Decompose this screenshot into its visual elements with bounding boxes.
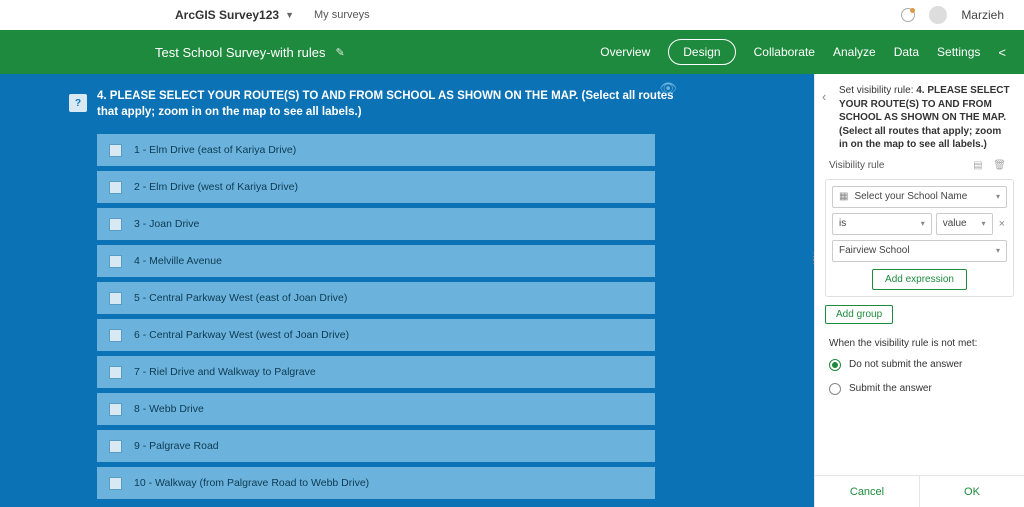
field-select-value: Select your School Name [854,191,967,202]
cancel-button[interactable]: Cancel [815,476,920,507]
field-icon: ▦ [839,191,848,202]
survey-canvas: ? 👁 4. PLEASE SELECT YOUR ROUTE(S) TO AN… [0,74,814,507]
radio-label: Do not submit the answer [849,359,962,370]
radio-label: Submit the answer [849,383,932,394]
visibility-icon[interactable]: 👁 [659,80,677,97]
checkbox-icon[interactable] [109,292,122,305]
option-row[interactable]: 10 - Walkway (from Palgrave Road to Webb… [97,467,655,499]
top-bar: ArcGIS Survey123 ▼ My surveys Marzieh [0,0,1024,30]
top-right: Marzieh [901,6,1004,24]
visibility-rule-panel: ⋮⋮ ‹ Set visibility rule: 4. PLEASE SELE… [814,74,1024,507]
checkbox-icon[interactable] [109,329,122,342]
option-label: 6 - Central Parkway West (west of Joan D… [134,329,349,341]
option-row[interactable]: 3 - Joan Drive [97,208,655,240]
option-label: 7 - Riel Drive and Walkway to Palgrave [134,366,316,378]
share-icon[interactable]: < [998,45,1006,60]
question-block[interactable]: ? 👁 4. PLEASE SELECT YOUR ROUTE(S) TO AN… [97,88,717,507]
checkbox-icon[interactable] [109,477,122,490]
nav-data[interactable]: Data [894,45,919,59]
option-label: 10 - Walkway (from Palgrave Road to Webb… [134,477,369,489]
rule-expression-group: ▦ Select your School Name is value × Fai… [825,179,1014,297]
checkbox-icon[interactable] [109,366,122,379]
panel-header: ‹ Set visibility rule: 4. PLEASE SELECT … [815,74,1024,160]
survey-nav: Overview Design Collaborate Analyze Data… [600,39,1006,65]
resize-handle[interactable]: ⋮⋮ [809,254,818,262]
workspace: ? 👁 4. PLEASE SELECT YOUR ROUTE(S) TO AN… [0,74,1024,507]
panel-header-prefix: Set visibility rule: [839,85,916,96]
radio-do-not-submit[interactable]: Do not submit the answer [815,353,1024,377]
question-title: 4. PLEASE SELECT YOUR ROUTE(S) TO AND FR… [97,88,717,134]
back-icon[interactable]: ‹ [822,88,826,106]
nav-overview[interactable]: Overview [600,45,650,59]
nav-settings[interactable]: Settings [937,45,980,59]
operator-row: is value × [832,213,1007,235]
survey-title: Test School Survey-with rules [155,45,326,60]
edit-title-icon[interactable]: ✎ [336,46,345,59]
option-label: 9 - Palgrave Road [134,440,219,452]
checkbox-icon[interactable] [109,403,122,416]
option-label: 5 - Central Parkway West (east of Joan D… [134,292,347,304]
ok-button[interactable]: OK [920,476,1024,507]
option-row[interactable]: 7 - Riel Drive and Walkway to Palgrave [97,356,655,388]
radio-icon [829,383,841,395]
add-group-button[interactable]: Add group [825,305,893,324]
option-row[interactable]: 9 - Palgrave Road [97,430,655,462]
survey-nav-bar: Test School Survey-with rules ✎ Overview… [0,30,1024,74]
value-select[interactable]: Fairview School [832,240,1007,262]
value-type-select[interactable]: value [936,213,993,235]
option-row[interactable]: 8 - Webb Drive [97,393,655,425]
nav-collaborate[interactable]: Collaborate [754,45,815,59]
my-surveys-link[interactable]: My surveys [314,9,370,21]
option-row[interactable]: 2 - Elm Drive (west of Kariya Drive) [97,171,655,203]
nav-design[interactable]: Design [668,39,735,65]
radio-submit[interactable]: Submit the answer [815,377,1024,401]
checkbox-icon[interactable] [109,144,122,157]
option-label: 3 - Joan Drive [134,218,199,230]
option-row[interactable]: 6 - Central Parkway West (west of Joan D… [97,319,655,351]
checkbox-icon[interactable] [109,218,122,231]
options-list: 1 - Elm Drive (east of Kariya Drive) 2 -… [97,134,655,499]
question-type-badge: ? [69,94,87,112]
not-met-label: When the visibility rule is not met: [815,324,1024,353]
option-row[interactable]: 5 - Central Parkway West (east of Joan D… [97,282,655,314]
checkbox-icon[interactable] [109,181,122,194]
app-name[interactable]: ArcGIS Survey123 [175,8,279,22]
field-select[interactable]: ▦ Select your School Name [832,186,1007,208]
avatar[interactable] [929,6,947,24]
option-label: 8 - Webb Drive [134,403,204,415]
option-row[interactable]: 4 - Melville Avenue [97,245,655,277]
remove-expression-icon[interactable]: × [997,218,1007,230]
value-type: value [943,218,967,229]
rule-action-icons[interactable]: ▤ 🗑 [973,160,1010,171]
nav-analyze[interactable]: Analyze [833,45,876,59]
value-text: Fairview School [839,245,910,256]
add-expression-button[interactable]: Add expression [872,269,967,290]
user-name[interactable]: Marzieh [961,8,1004,22]
option-label: 4 - Melville Avenue [134,255,222,267]
panel-footer: Cancel OK [815,475,1024,507]
operator-value: is [839,218,846,229]
checkbox-icon[interactable] [109,255,122,268]
option-row[interactable]: 1 - Elm Drive (east of Kariya Drive) [97,134,655,166]
dropdown-caret-icon[interactable]: ▼ [285,10,294,20]
radio-icon [829,359,841,371]
option-label: 1 - Elm Drive (east of Kariya Drive) [134,144,296,156]
option-label: 2 - Elm Drive (west of Kariya Drive) [134,181,298,193]
notifications-icon[interactable] [901,8,915,22]
operator-select[interactable]: is [832,213,932,235]
rule-section-label: Visibility rule ▤ 🗑 [815,160,1024,175]
checkbox-icon[interactable] [109,440,122,453]
